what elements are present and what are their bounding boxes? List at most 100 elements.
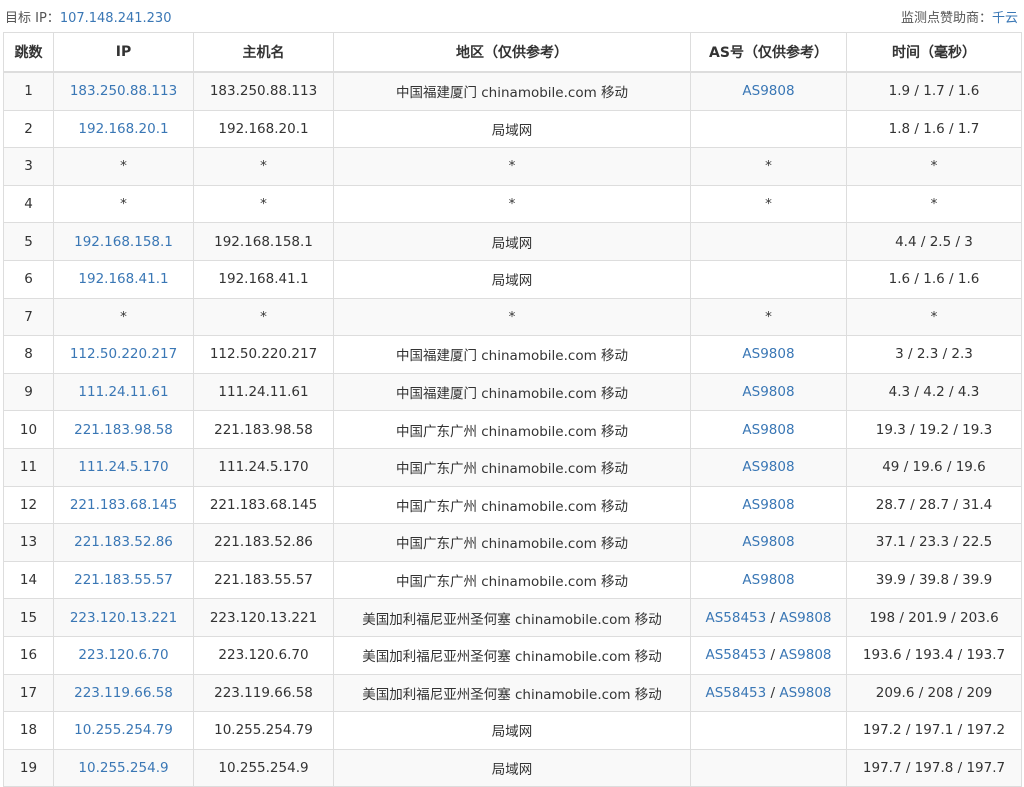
cell-time: 197.7 / 197.8 / 197.7: [846, 748, 1022, 787]
cell-time: 1.6 / 1.6 / 1.6: [846, 259, 1022, 299]
cell-as: [690, 259, 847, 299]
as-link[interactable]: AS9808: [742, 534, 794, 550]
as-separator: /: [766, 684, 780, 701]
ip-link[interactable]: 10.255.254.79: [74, 722, 173, 738]
as-link[interactable]: AS9808: [742, 422, 794, 438]
as-link[interactable]: AS9808: [742, 572, 794, 588]
cell-hostname: *: [193, 147, 334, 186]
cell-hop: 18: [3, 711, 54, 750]
cell-hostname: 221.183.55.57: [193, 560, 334, 600]
cell-time: 209.6 / 208 / 209: [846, 673, 1022, 713]
cell-hostname: 183.250.88.113: [193, 71, 334, 111]
ip-link[interactable]: 111.24.5.170: [78, 459, 168, 475]
cell-ip: 10.255.254.79: [53, 711, 194, 750]
cell-hop: 6: [3, 259, 54, 299]
cell-time: 28.7 / 28.7 / 31.4: [846, 485, 1022, 525]
cell-time: *: [846, 184, 1022, 224]
cell-hop: 8: [3, 335, 54, 374]
ip-link[interactable]: 112.50.220.217: [70, 346, 177, 362]
cell-hop: 16: [3, 635, 54, 675]
table-row: 2 192.168.20.1 192.168.20.1 局域网 1.8 / 1.6 / …: [3, 109, 1022, 149]
cell-region: 局域网: [333, 222, 691, 261]
cell-hop: 2: [3, 109, 54, 149]
cell-hostname: 112.50.220.217: [193, 335, 334, 374]
col-header-hop: 跳数: [3, 32, 54, 73]
as-link[interactable]: AS9808: [779, 685, 831, 701]
ip-link[interactable]: 223.120.6.70: [78, 647, 168, 663]
cell-hostname: *: [193, 184, 334, 224]
cell-as: *: [690, 147, 847, 186]
ip-link[interactable]: 10.255.254.9: [78, 760, 168, 776]
cell-region: 中国广东广州 chinamobile.com 移动: [333, 560, 691, 600]
cell-hostname: 10.255.254.79: [193, 711, 334, 750]
table-row: 1 183.250.88.113 183.250.88.113 中国福建厦门 chin…: [3, 71, 1022, 111]
cell-time: 4.4 / 2.5 / 3: [846, 222, 1022, 261]
ip-link[interactable]: 221.183.52.86: [74, 534, 173, 550]
cell-time: 19.3 / 19.2 / 19.3: [846, 410, 1022, 449]
as-link[interactable]: AS9808: [742, 459, 794, 475]
cell-hostname: 221.183.68.145: [193, 485, 334, 525]
table-row: 6 192.168.41.1 192.168.41.1 局域网 1.6 / 1.6 / …: [3, 259, 1022, 299]
cell-as: *: [690, 184, 847, 224]
cell-hostname: 111.24.11.61: [193, 372, 334, 412]
cell-ip: *: [53, 297, 194, 337]
cell-region: 中国广东广州 chinamobile.com 移动: [333, 485, 691, 525]
cell-hop: 4: [3, 184, 54, 224]
cell-as: AS9808: [690, 71, 847, 111]
top-bar: 目标 IP：107.148.241.230 监测点赞助商：千云: [0, 0, 1024, 32]
cell-region: 中国福建厦门 chinamobile.com 移动: [333, 71, 691, 111]
ip-link[interactable]: 221.183.98.58: [74, 422, 173, 438]
cell-region: 局域网: [333, 109, 691, 149]
as-link[interactable]: AS58453: [705, 685, 766, 701]
cell-hostname: 221.183.98.58: [193, 410, 334, 449]
cell-ip: 223.120.6.70: [53, 635, 194, 675]
table-row: 3 * * * * *: [3, 147, 1022, 186]
cell-ip: 10.255.254.9: [53, 748, 194, 787]
as-link[interactable]: AS9808: [742, 384, 794, 400]
table-row: 16 223.120.6.70 223.120.6.70 美国加利福尼亚州圣何塞 ch…: [3, 635, 1022, 675]
ip-link[interactable]: 192.168.41.1: [78, 271, 168, 287]
as-link[interactable]: AS9808: [779, 647, 831, 663]
ip-link[interactable]: 223.119.66.58: [74, 685, 173, 701]
as-link[interactable]: AS9808: [742, 83, 794, 99]
cell-ip: 192.168.158.1: [53, 222, 194, 261]
cell-hop: 1: [3, 71, 54, 111]
cell-time: 1.8 / 1.6 / 1.7: [846, 109, 1022, 149]
as-link[interactable]: AS9808: [742, 497, 794, 513]
cell-hop: 12: [3, 485, 54, 525]
table-row: 14 221.183.55.57 221.183.55.57 中国广东广州 china…: [3, 560, 1022, 600]
cell-as: [690, 748, 847, 787]
cell-as: AS58453 / AS9808: [690, 635, 847, 675]
table-row: 13 221.183.52.86 221.183.52.86 中国广东广州 china…: [3, 523, 1022, 562]
ip-link[interactable]: 183.250.88.113: [70, 83, 177, 99]
cell-region: 局域网: [333, 711, 691, 750]
as-link[interactable]: AS58453: [705, 647, 766, 663]
as-link[interactable]: AS9808: [742, 346, 794, 362]
as-link[interactable]: AS9808: [779, 610, 831, 626]
cell-region: *: [333, 184, 691, 224]
cell-hop: 14: [3, 560, 54, 600]
cell-time: 39.9 / 39.8 / 39.9: [846, 560, 1022, 600]
ip-link[interactable]: 192.168.158.1: [74, 234, 173, 250]
sponsor-link[interactable]: 千云: [992, 11, 1018, 26]
cell-hostname: 10.255.254.9: [193, 748, 334, 787]
target-ip-value[interactable]: 107.148.241.230: [60, 11, 172, 26]
cell-as: AS9808: [690, 523, 847, 562]
as-link[interactable]: AS58453: [705, 610, 766, 626]
cell-ip: 221.183.98.58: [53, 410, 194, 449]
table-row: 4 * * * * *: [3, 184, 1022, 224]
cell-region: 中国福建厦门 chinamobile.com 移动: [333, 335, 691, 374]
cell-time: 197.2 / 197.1 / 197.2: [846, 711, 1022, 750]
cell-hostname: 223.119.66.58: [193, 673, 334, 713]
ip-link[interactable]: 192.168.20.1: [78, 121, 168, 137]
ip-link[interactable]: 111.24.11.61: [78, 384, 168, 400]
as-value: *: [765, 196, 772, 213]
cell-as: AS9808: [690, 485, 847, 525]
cell-as: AS9808: [690, 410, 847, 449]
table-body: 1 183.250.88.113 183.250.88.113 中国福建厦门 chin…: [3, 71, 1022, 787]
ip-link[interactable]: 223.120.13.221: [70, 610, 177, 626]
cell-hostname: 192.168.20.1: [193, 109, 334, 149]
ip-link[interactable]: 221.183.55.57: [74, 572, 173, 588]
cell-ip: 111.24.5.170: [53, 447, 194, 487]
ip-link[interactable]: 221.183.68.145: [70, 497, 177, 513]
